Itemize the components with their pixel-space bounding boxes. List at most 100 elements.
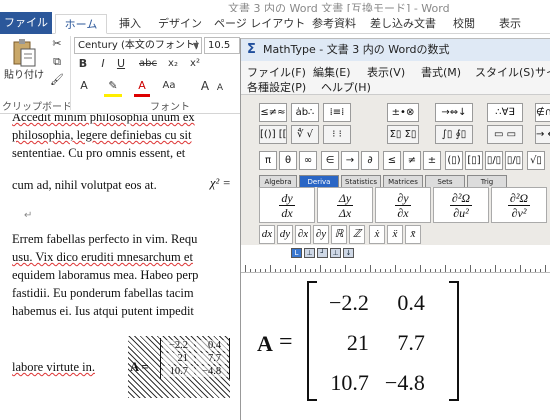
- differential-button[interactable]: ∂x: [295, 225, 311, 244]
- summations-palette-button[interactable]: Σ▯ Σ▯: [387, 125, 419, 144]
- font-color-icon[interactable]: A: [134, 78, 150, 97]
- center-tab-stop-icon[interactable]: ⊥: [304, 248, 315, 258]
- bar-accent-button[interactable]: x̄: [405, 225, 421, 244]
- differential-button[interactable]: ∂y: [313, 225, 329, 244]
- relations-palette-button[interactable]: ≤≠≈: [259, 103, 287, 122]
- sqrt-template-button[interactable]: √▯: [527, 151, 545, 170]
- tab-view[interactable]: 表示: [492, 14, 528, 34]
- menu-size[interactable]: サイ: [535, 64, 550, 80]
- right-tab-stop-icon[interactable]: ┘: [317, 248, 328, 258]
- tab-design[interactable]: デザイン: [154, 14, 206, 34]
- bold-button[interactable]: B: [76, 56, 90, 72]
- differential-button[interactable]: dx: [259, 225, 275, 244]
- paste-button[interactable]: 貼り付け: [2, 68, 46, 84]
- theta-symbol-button[interactable]: θ: [279, 151, 297, 170]
- strikethrough-button[interactable]: abc: [136, 56, 160, 72]
- document-page[interactable]: Accedit minim philosophia unum ex philos…: [0, 114, 240, 420]
- tab-insert[interactable]: 挿入: [112, 14, 148, 34]
- menu-style[interactable]: スタイル(S): [475, 64, 535, 80]
- radicals-palette-button[interactable]: ∜ √: [291, 125, 319, 144]
- tab-review[interactable]: 校閲: [446, 14, 482, 34]
- matrix-cell[interactable]: −4.8: [377, 363, 433, 403]
- menu-preferences[interactable]: 各種設定(P): [247, 79, 306, 95]
- tab-trig[interactable]: Trig: [467, 175, 507, 187]
- operators-palette-button[interactable]: ±•⊗: [387, 103, 419, 122]
- subscript-button[interactable]: x₂: [164, 56, 182, 72]
- fraction-template-button[interactable]: ▯/▯: [485, 151, 503, 170]
- bars-palette-button[interactable]: ▭ ▭: [487, 125, 523, 144]
- pi-symbol-button[interactable]: π: [259, 151, 277, 170]
- element-of-symbol-button[interactable]: ∈: [321, 151, 339, 170]
- mathtype-title-bar[interactable]: Σ MathType - 文書 3 内の Wordの数式: [241, 39, 550, 61]
- cut-icon[interactable]: ✂: [48, 36, 66, 52]
- spaces-palette-button[interactable]: ȧb∴: [291, 103, 319, 122]
- superscript-button[interactable]: x²: [186, 56, 204, 72]
- labeled-arrows-palette-button[interactable]: → ←: [535, 125, 550, 144]
- matrix-cell[interactable]: 10.7: [321, 363, 377, 403]
- derivative-template-button[interactable]: ∂y ∂x: [375, 187, 431, 223]
- differential-button[interactable]: dy: [277, 225, 293, 244]
- right-arrow-symbol-button[interactable]: →: [341, 151, 359, 170]
- brackets-template-button[interactable]: [▯]: [465, 151, 483, 170]
- copy-icon[interactable]: ⧉: [48, 54, 66, 70]
- slash-fraction-template-button[interactable]: ▯/▯: [505, 151, 523, 170]
- tab-page-layout[interactable]: ページ レイアウト: [214, 14, 305, 34]
- shrink-font-button[interactable]: A: [214, 80, 226, 96]
- underline-button[interactable]: U: [114, 56, 128, 72]
- sets-palette-button[interactable]: ∉∩⊂: [535, 103, 550, 122]
- derivative-template-button[interactable]: Δy Δx: [317, 187, 373, 223]
- integrals-palette-button[interactable]: ∫▯ ∮▯: [435, 125, 473, 144]
- decimal-tab-stop-icon[interactable]: ↓: [343, 248, 354, 258]
- tab-derivatives[interactable]: Deriva: [299, 175, 339, 187]
- highlight-icon[interactable]: ✎: [104, 78, 122, 97]
- chi-squared-equation[interactable]: χ² =: [210, 176, 231, 191]
- mathtype-ruler[interactable]: L ⊥ ┘ ⊥ ↓: [241, 245, 550, 273]
- plus-minus-symbol-button[interactable]: ±: [423, 151, 441, 170]
- fences-palette-button[interactable]: [()] [[]]: [259, 125, 287, 144]
- menu-view[interactable]: 表示(V): [367, 64, 405, 80]
- tab-home[interactable]: ホーム: [55, 14, 107, 34]
- menu-edit[interactable]: 編集(E): [313, 64, 351, 80]
- equation-editor[interactable]: A = −2.2 0.4 21 7.7 10.7 −4.8: [241, 273, 550, 420]
- grow-font-button[interactable]: A: [198, 78, 212, 94]
- matrix-cell[interactable]: 7.7: [377, 323, 433, 363]
- font-name-dropdown[interactable]: Century (本文のフォント) ▼: [74, 37, 202, 54]
- tab-statistics[interactable]: Statistics: [341, 175, 381, 187]
- format-painter-icon[interactable]: 🖌: [48, 72, 66, 88]
- neq-symbol-button[interactable]: ≠: [403, 151, 421, 170]
- tab-matrices[interactable]: Matrices: [383, 175, 423, 187]
- infinity-symbol-button[interactable]: ∞: [299, 151, 317, 170]
- menu-file[interactable]: ファイル(F): [247, 64, 306, 80]
- derivative-template-button[interactable]: dy dx: [259, 187, 315, 223]
- real-set-button[interactable]: ℝ: [331, 225, 347, 244]
- text-effects-icon[interactable]: A: [76, 78, 92, 94]
- tab-algebra[interactable]: Algebra: [259, 175, 297, 187]
- logic-palette-button[interactable]: ∴∀∃: [487, 103, 523, 122]
- tab-mailings[interactable]: 差し込み文書: [364, 14, 442, 34]
- derivative-template-button[interactable]: ∂²Ω ∂v²: [491, 187, 547, 223]
- tab-file[interactable]: ファイル: [0, 12, 52, 34]
- menu-format[interactable]: 書式(M): [421, 64, 461, 80]
- matrix-cell[interactable]: 21: [321, 323, 377, 363]
- dot-accent-button[interactable]: ẋ: [369, 225, 385, 244]
- tab-sets[interactable]: Sets: [425, 175, 465, 187]
- arrows-palette-button[interactable]: →⇔↓: [435, 103, 473, 122]
- double-dot-accent-button[interactable]: ẍ: [387, 225, 403, 244]
- left-tab-stop-icon[interactable]: L: [291, 248, 302, 258]
- font-size-dropdown[interactable]: 10.5: [204, 37, 240, 54]
- derivative-template-button[interactable]: ∂²Ω ∂u²: [433, 187, 489, 223]
- relation-tab-stop-icon[interactable]: ⊥: [330, 248, 341, 258]
- leq-symbol-button[interactable]: ≤: [383, 151, 401, 170]
- matrix-cell[interactable]: −2.2: [321, 283, 377, 323]
- paste-icon[interactable]: [8, 38, 40, 72]
- integer-set-button[interactable]: ℤ: [349, 225, 365, 244]
- italic-button[interactable]: I: [96, 56, 110, 72]
- matrix-cell[interactable]: 0.4: [377, 283, 433, 323]
- change-case-button[interactable]: Aa: [160, 78, 178, 94]
- menu-help[interactable]: ヘルプ(H): [321, 79, 371, 95]
- subscripts-palette-button[interactable]: ⁝ ⁝: [323, 125, 351, 144]
- tab-references[interactable]: 参考資料: [308, 14, 360, 34]
- embellishments-palette-button[interactable]: ⁞≡⁞: [323, 103, 351, 122]
- parentheses-template-button[interactable]: (▯): [445, 151, 463, 170]
- partial-symbol-button[interactable]: ∂: [361, 151, 379, 170]
